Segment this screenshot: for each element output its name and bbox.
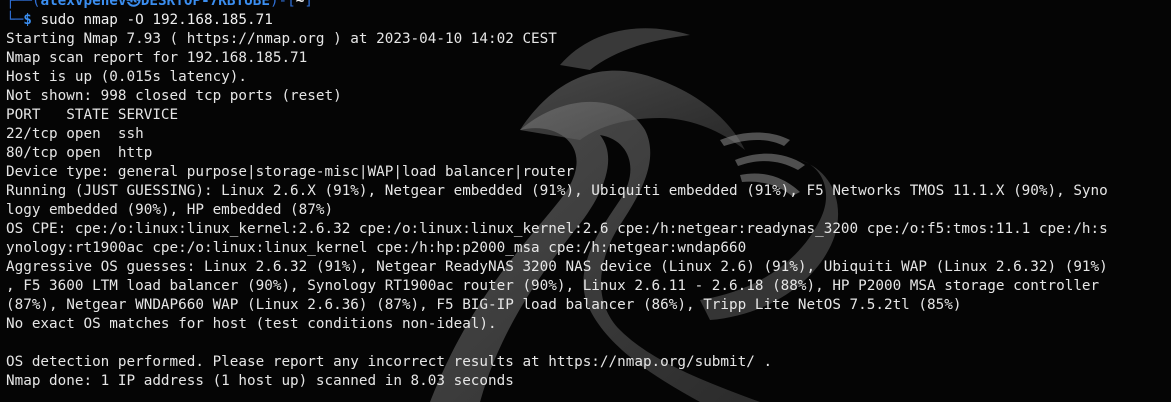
output-line: Running (JUST GUESSING): Linux 2.6.X (91…: [6, 183, 1108, 199]
prompt-frame-mid: )-[: [269, 0, 296, 9]
terminal-window[interactable]: ┌──(alexvpenev㉿DESKTOP-7KBTUBE)-[~] └─$ …: [0, 0, 1171, 402]
prompt-host: DESKTOP-7KBTUBE: [140, 0, 270, 9]
output-line: Nmap done: 1 IP address (1 host up) scan…: [6, 373, 514, 389]
output-line-blank: [6, 334, 1171, 353]
prompt-dollar: $: [23, 12, 32, 28]
prompt-line-command[interactable]: └─$ sudo nmap -O 192.168.185.71: [6, 11, 1171, 30]
output-line: ynology:rt1900ac cpe:/o:linux:linux_kern…: [6, 240, 747, 256]
output-line: (87%), Netgear WNDAP660 WAP (Linux 2.6.3…: [6, 297, 962, 313]
output-line: Starting Nmap 7.93 ( https://nmap.org ) …: [6, 31, 557, 47]
output-line: 22/tcp open ssh: [6, 126, 144, 142]
output-line: Host is up (0.015s latency).: [6, 69, 248, 85]
output-line: Not shown: 998 closed tcp ports (reset): [6, 88, 342, 104]
output-line: No exact OS matches for host (test condi…: [6, 316, 497, 332]
output-line: Aggressive OS guesses: Linux 2.6.32 (91%…: [6, 259, 1108, 275]
prompt-frame: ┌──(: [6, 0, 41, 9]
output-line: OS detection performed. Please report an…: [6, 354, 773, 370]
prompt-frame-end: ]: [304, 0, 313, 9]
output-line: OS CPE: cpe:/o:linux:linux_kernel:2.6.32…: [6, 221, 1108, 237]
prompt-frame-bottom: └─: [6, 12, 24, 28]
output-line: Nmap scan report for 192.168.185.71: [6, 50, 308, 66]
output-line: Device type: general purpose|storage-mis…: [6, 164, 575, 180]
skull-icon: ㉿: [126, 0, 141, 9]
output-line: logy embedded (90%), HP embedded (87%): [6, 202, 334, 218]
output-line: PORT STATE SERVICE: [6, 107, 179, 123]
prompt-user: alexvpenev: [40, 0, 127, 9]
command-text: sudo nmap -O 192.168.185.71: [40, 12, 273, 28]
output-line: , F5 3600 LTM load balancer (90%), Synol…: [6, 278, 1100, 294]
output-line: 80/tcp open http: [6, 145, 153, 161]
terminal-output: ┌──(alexvpenev㉿DESKTOP-7KBTUBE)-[~] └─$ …: [6, 0, 1171, 391]
prompt-line-top: ┌──(alexvpenev㉿DESKTOP-7KBTUBE)-[~]: [6, 0, 1171, 11]
